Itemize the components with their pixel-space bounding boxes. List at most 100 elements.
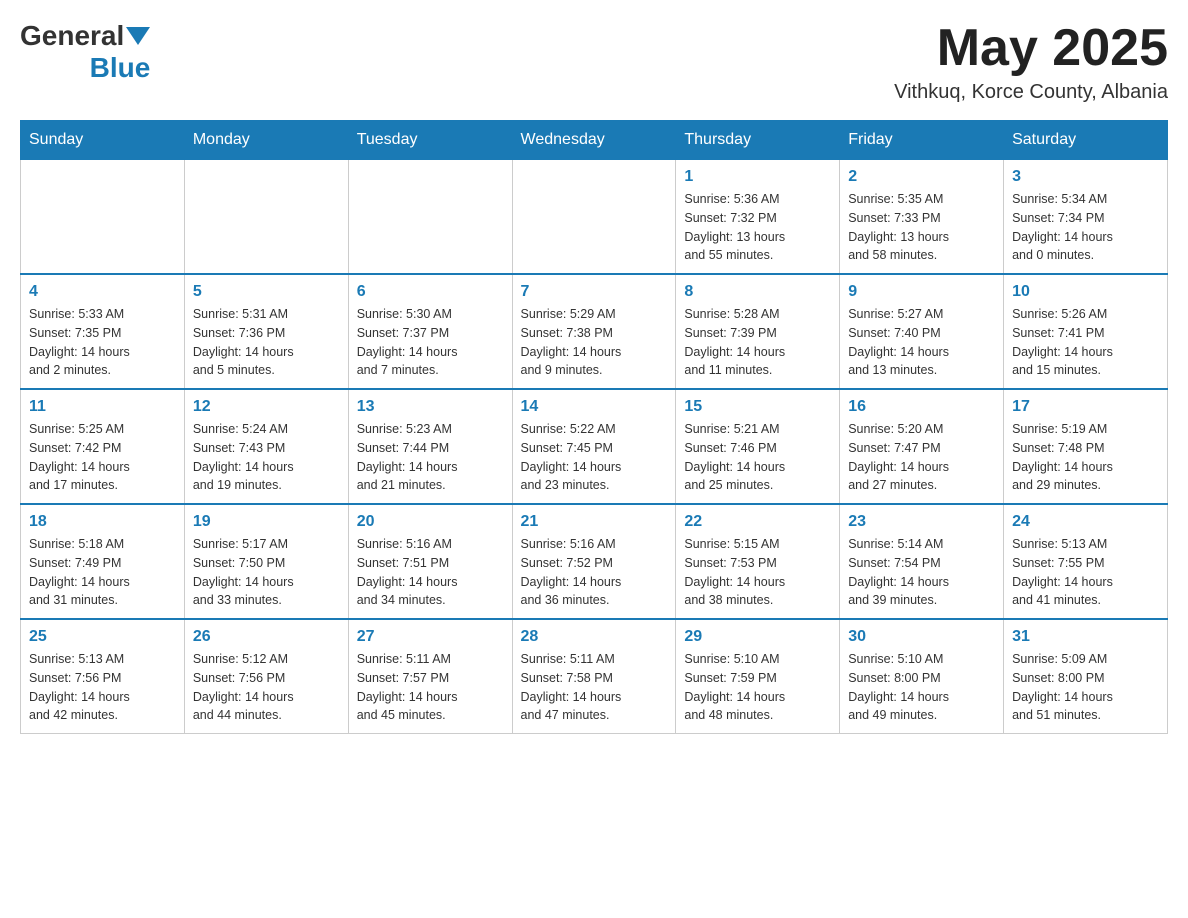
calendar-cell: 30 Sunrise: 5:10 AM Sunset: 8:00 PM Dayli…: [840, 619, 1004, 734]
logo-triangle-icon: [126, 27, 150, 45]
day-info: Sunrise: 5:23 AM Sunset: 7:44 PM Dayligh…: [357, 420, 504, 495]
day-number: 27: [357, 628, 504, 646]
day-info: Sunrise: 5:26 AM Sunset: 7:41 PM Dayligh…: [1012, 305, 1159, 380]
calendar-cell: 8 Sunrise: 5:28 AM Sunset: 7:39 PM Daylig…: [676, 274, 840, 389]
calendar-cell: 12 Sunrise: 5:24 AM Sunset: 7:43 PM Dayli…: [184, 389, 348, 504]
day-info: Sunrise: 5:10 AM Sunset: 8:00 PM Dayligh…: [848, 650, 995, 725]
calendar-week-row: 18Sunrise: 5:18 AM Sunset: 7:49 PM Dayli…: [21, 504, 1168, 619]
day-info: Sunrise: 5:16 AM Sunset: 7:51 PM Dayligh…: [357, 535, 504, 610]
day-info: Sunrise: 5:29 AM Sunset: 7:38 PM Dayligh…: [521, 305, 668, 380]
day-number: 1: [684, 168, 831, 186]
day-info: Sunrise: 5:11 AM Sunset: 7:57 PM Dayligh…: [357, 650, 504, 725]
calendar-cell: 4Sunrise: 5:33 AM Sunset: 7:35 PM Daylig…: [21, 274, 185, 389]
calendar-cell: 14Sunrise: 5:22 AM Sunset: 7:45 PM Dayli…: [512, 389, 676, 504]
calendar-week-row: 25 Sunrise: 5:13 AM Sunset: 7:56 PM Dayli…: [21, 619, 1168, 734]
calendar-cell: [348, 160, 512, 275]
day-number: 22: [684, 513, 831, 531]
day-number: 20: [357, 513, 504, 531]
day-number: 17: [1012, 398, 1159, 416]
day-info: Sunrise: 5:09 AM Sunset: 8:00 PM Dayligh…: [1012, 650, 1159, 725]
day-info: Sunrise: 5:24 AM Sunset: 7:43 PM Dayligh…: [193, 420, 340, 495]
col-friday: Friday: [840, 121, 1004, 160]
calendar-cell: 7 Sunrise: 5:29 AM Sunset: 7:38 PM Daylig…: [512, 274, 676, 389]
day-info: Sunrise: 5:18 AM Sunset: 7:49 PM Dayligh…: [29, 535, 176, 610]
day-number: 13: [357, 398, 504, 416]
calendar-cell: 21 Sunrise: 5:16 AM Sunset: 7:52 PM Dayli…: [512, 504, 676, 619]
calendar-header: Sunday Monday Tuesday Wednesday Thursday…: [21, 121, 1168, 160]
day-info: Sunrise: 5:13 AM Sunset: 7:56 PM Dayligh…: [29, 650, 176, 725]
day-number: 10: [1012, 283, 1159, 301]
col-thursday: Thursday: [676, 121, 840, 160]
month-year-title: May 2025: [894, 20, 1168, 77]
day-number: 8: [684, 283, 831, 301]
day-number: 11: [29, 398, 176, 416]
location-subtitle: Vithkuq, Korce County, Albania: [894, 81, 1168, 104]
day-info: Sunrise: 5:21 AM Sunset: 7:46 PM Dayligh…: [684, 420, 831, 495]
day-info: Sunrise: 5:35 AM Sunset: 7:33 PM Dayligh…: [848, 190, 995, 265]
day-info: Sunrise: 5:11 AM Sunset: 7:58 PM Dayligh…: [521, 650, 668, 725]
page-header: General Blue May 2025 Vithkuq, Korce Cou…: [20, 20, 1168, 104]
calendar-cell: 18Sunrise: 5:18 AM Sunset: 7:49 PM Dayli…: [21, 504, 185, 619]
calendar-cell: 15 Sunrise: 5:21 AM Sunset: 7:46 PM Dayli…: [676, 389, 840, 504]
calendar-cell: 25 Sunrise: 5:13 AM Sunset: 7:56 PM Dayli…: [21, 619, 185, 734]
day-number: 3: [1012, 168, 1159, 186]
col-tuesday: Tuesday: [348, 121, 512, 160]
calendar-cell: 31 Sunrise: 5:09 AM Sunset: 8:00 PM Dayli…: [1004, 619, 1168, 734]
calendar-cell: 26Sunrise: 5:12 AM Sunset: 7:56 PM Dayli…: [184, 619, 348, 734]
day-number: 12: [193, 398, 340, 416]
day-info: Sunrise: 5:17 AM Sunset: 7:50 PM Dayligh…: [193, 535, 340, 610]
day-number: 30: [848, 628, 995, 646]
day-number: 21: [521, 513, 668, 531]
day-info: Sunrise: 5:16 AM Sunset: 7:52 PM Dayligh…: [521, 535, 668, 610]
calendar-cell: 5Sunrise: 5:31 AM Sunset: 7:36 PM Daylig…: [184, 274, 348, 389]
calendar-cell: 3 Sunrise: 5:34 AM Sunset: 7:34 PM Daylig…: [1004, 160, 1168, 275]
calendar-cell: 1 Sunrise: 5:36 AM Sunset: 7:32 PM Daylig…: [676, 160, 840, 275]
calendar-cell: 20 Sunrise: 5:16 AM Sunset: 7:51 PM Dayli…: [348, 504, 512, 619]
calendar-cell: 16 Sunrise: 5:20 AM Sunset: 7:47 PM Dayli…: [840, 389, 1004, 504]
day-info: Sunrise: 5:28 AM Sunset: 7:39 PM Dayligh…: [684, 305, 831, 380]
day-info: Sunrise: 5:10 AM Sunset: 7:59 PM Dayligh…: [684, 650, 831, 725]
day-number: 16: [848, 398, 995, 416]
days-of-week-row: Sunday Monday Tuesday Wednesday Thursday…: [21, 121, 1168, 160]
day-info: Sunrise: 5:34 AM Sunset: 7:34 PM Dayligh…: [1012, 190, 1159, 265]
day-info: Sunrise: 5:20 AM Sunset: 7:47 PM Dayligh…: [848, 420, 995, 495]
day-number: 31: [1012, 628, 1159, 646]
day-number: 9: [848, 283, 995, 301]
day-info: Sunrise: 5:27 AM Sunset: 7:40 PM Dayligh…: [848, 305, 995, 380]
day-info: Sunrise: 5:36 AM Sunset: 7:32 PM Dayligh…: [684, 190, 831, 265]
logo: General Blue: [20, 20, 150, 84]
calendar-cell: 13 Sunrise: 5:23 AM Sunset: 7:44 PM Dayli…: [348, 389, 512, 504]
day-number: 19: [193, 513, 340, 531]
day-number: 26: [193, 628, 340, 646]
calendar-cell: 19 Sunrise: 5:17 AM Sunset: 7:50 PM Dayli…: [184, 504, 348, 619]
calendar-cell: 2 Sunrise: 5:35 AM Sunset: 7:33 PM Daylig…: [840, 160, 1004, 275]
day-number: 6: [357, 283, 504, 301]
col-sunday: Sunday: [21, 121, 185, 160]
title-area: May 2025 Vithkuq, Korce County, Albania: [894, 20, 1168, 104]
calendar-cell: 29 Sunrise: 5:10 AM Sunset: 7:59 PM Dayli…: [676, 619, 840, 734]
day-number: 25: [29, 628, 176, 646]
day-number: 29: [684, 628, 831, 646]
day-number: 2: [848, 168, 995, 186]
day-number: 15: [684, 398, 831, 416]
day-number: 24: [1012, 513, 1159, 531]
calendar-table: Sunday Monday Tuesday Wednesday Thursday…: [20, 120, 1168, 734]
calendar-cell: 23 Sunrise: 5:14 AM Sunset: 7:54 PM Dayli…: [840, 504, 1004, 619]
calendar-cell: 6 Sunrise: 5:30 AM Sunset: 7:37 PM Daylig…: [348, 274, 512, 389]
calendar-cell: 27 Sunrise: 5:11 AM Sunset: 7:57 PM Dayli…: [348, 619, 512, 734]
day-info: Sunrise: 5:14 AM Sunset: 7:54 PM Dayligh…: [848, 535, 995, 610]
calendar-cell: 22Sunrise: 5:15 AM Sunset: 7:53 PM Dayli…: [676, 504, 840, 619]
day-number: 5: [193, 283, 340, 301]
calendar-cell: 9 Sunrise: 5:27 AM Sunset: 7:40 PM Daylig…: [840, 274, 1004, 389]
day-info: Sunrise: 5:22 AM Sunset: 7:45 PM Dayligh…: [521, 420, 668, 495]
day-number: 23: [848, 513, 995, 531]
day-info: Sunrise: 5:33 AM Sunset: 7:35 PM Dayligh…: [29, 305, 176, 380]
logo-general-text: General: [20, 20, 124, 52]
day-number: 7: [521, 283, 668, 301]
day-info: Sunrise: 5:13 AM Sunset: 7:55 PM Dayligh…: [1012, 535, 1159, 610]
calendar-week-row: 4Sunrise: 5:33 AM Sunset: 7:35 PM Daylig…: [21, 274, 1168, 389]
day-info: Sunrise: 5:30 AM Sunset: 7:37 PM Dayligh…: [357, 305, 504, 380]
calendar-cell: 11Sunrise: 5:25 AM Sunset: 7:42 PM Dayli…: [21, 389, 185, 504]
calendar-cell: 10 Sunrise: 5:26 AM Sunset: 7:41 PM Dayli…: [1004, 274, 1168, 389]
calendar-week-row: 1 Sunrise: 5:36 AM Sunset: 7:32 PM Daylig…: [21, 160, 1168, 275]
